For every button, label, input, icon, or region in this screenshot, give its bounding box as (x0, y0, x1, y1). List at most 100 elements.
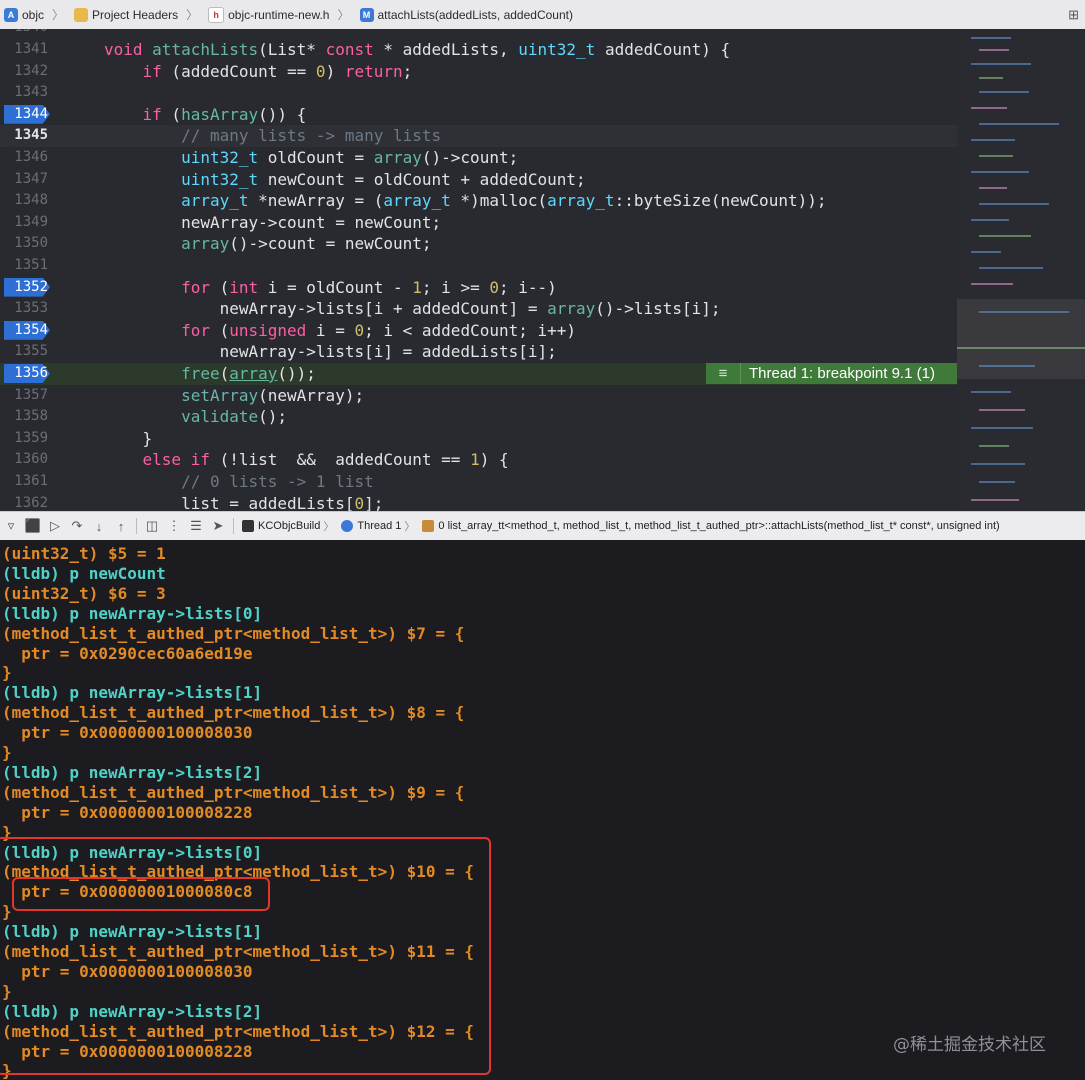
memory-graph-icon[interactable]: ⋮ (163, 518, 185, 534)
code-line: 1351 (0, 255, 957, 277)
view-debugger-icon[interactable]: ◫ (141, 518, 163, 534)
console-line: (method_list_t_authed_ptr<method_list_t>… (2, 623, 465, 643)
line-number: 1340 (0, 29, 48, 39)
console-line: (uint32_t) $6 = 3 (2, 583, 166, 603)
minimap-line (979, 155, 1013, 157)
code-text: uint32_t oldCount = array()->count; (181, 148, 519, 167)
minimap-line (957, 347, 1085, 349)
line-number: 1361 (14, 473, 48, 489)
console-line: ptr = 0x0290cec60a6ed19e (2, 643, 253, 663)
line-number: 1343 (14, 84, 48, 101)
folder-icon (74, 7, 89, 22)
step-into-icon[interactable]: ↓ (88, 519, 110, 534)
add-editor-icon[interactable]: ⊞ (1068, 7, 1079, 23)
minimap-line (979, 365, 1035, 367)
line-number: 1357 (14, 386, 48, 403)
divider (136, 518, 137, 534)
minimap-line (971, 499, 1019, 501)
breadcrumb-label: attachLists(addedLists, addedCount) (377, 7, 573, 22)
minimap-line (979, 267, 1043, 269)
frame-crumb[interactable]: 0 list_array_tt<method_t, method_list_t,… (422, 520, 1000, 532)
minimap-line (971, 251, 1001, 253)
code-text: else if (!list && addedCount == 1) { (142, 450, 509, 470)
code-comment: // 0 lists -> 1 list (104, 472, 374, 491)
line-number: 1348 (14, 192, 48, 209)
minimap-line (971, 219, 1009, 221)
minimap-line (979, 91, 1029, 93)
method-icon: M (359, 7, 374, 22)
step-over-icon[interactable]: ↷ (66, 518, 88, 534)
environment-overrides-icon[interactable]: ☰ (185, 518, 207, 534)
breadcrumb-objc[interactable]: A objc 〉 (0, 6, 70, 23)
console-prompt: (lldb) p newArray->lists[1] (2, 683, 263, 703)
thread-icon (341, 520, 354, 532)
code-line: 1354 for (unsigned i = 0; i < addedCount… (0, 320, 957, 342)
thread-label: Thread 1 (357, 520, 402, 532)
breakpoints-toggle-icon[interactable]: ⬛ (22, 518, 44, 534)
code-line: 1343 (0, 82, 957, 104)
minimap[interactable] (957, 29, 1085, 511)
chevron-right-icon: 〉 (323, 521, 335, 533)
step-out-icon[interactable]: ↑ (110, 519, 132, 534)
minimap-line (979, 311, 1069, 313)
code-text: if (addedCount == 0) return; (142, 61, 413, 81)
hide-debug-area-icon[interactable]: ▿ (0, 518, 22, 534)
console-line: ptr = 0x0000000100008228 (2, 802, 253, 822)
minimap-line (971, 171, 1029, 173)
minimap-line (971, 37, 1011, 39)
console-line: (method_list_t_authed_ptr<method_list_t>… (2, 782, 465, 802)
frame-icon (422, 520, 435, 532)
code-line: 1344 if (hasArray()) { (0, 104, 957, 126)
minimap-line (979, 481, 1015, 483)
breadcrumb-method[interactable]: M attachLists(addedLists, addedCount) (356, 7, 573, 22)
annotation-text: Thread 1: breakpoint 9.1 (1) (749, 365, 935, 382)
highlight-box-ptr (12, 877, 270, 911)
code-text: free(array()); (181, 364, 316, 383)
divider (233, 518, 234, 534)
breakpoint-annotation[interactable]: ≡ Thread 1: breakpoint 9.1 (1) (706, 363, 957, 384)
line-number: 1342 (14, 62, 48, 79)
minimap-line (979, 49, 1009, 51)
code-text: for (unsigned i = 0; i < addedCount; i++… (181, 320, 577, 340)
target-crumb[interactable]: KCObjcBuild (242, 520, 320, 532)
line-number: 1345 (14, 127, 48, 144)
line-number: 1353 (14, 300, 48, 317)
minimap-line (971, 463, 1025, 465)
line-number: 1360 (14, 451, 48, 468)
minimap-line (979, 235, 1031, 237)
breadcrumb-header-file[interactable]: h objc-runtime-new.h 〉 (204, 6, 355, 23)
code-line: 1357 setArray(newArray); (0, 385, 957, 407)
breadcrumb-project-headers[interactable]: Project Headers 〉 (70, 6, 204, 23)
breadcrumb-label: objc-runtime-new.h (228, 7, 330, 22)
line-number: 1356 (14, 365, 48, 381)
code-line: 1358 validate(); (0, 406, 957, 428)
chevron-right-icon: 〉 (52, 8, 65, 22)
line-number: 1347 (14, 170, 48, 187)
code-text: newArray->count = newCount; (104, 212, 442, 232)
minimap-line (971, 139, 1015, 141)
code-line: 1350 array()->count = newCount; (0, 233, 957, 255)
line-number: 1352 (14, 278, 48, 295)
code-line: 1349 newArray->count = newCount; (0, 212, 957, 234)
minimap-line (979, 203, 1049, 205)
terminal-icon (242, 520, 254, 532)
minimap-line (971, 391, 1011, 393)
code-text: void attachLists(List* const * addedList… (104, 40, 731, 59)
code-line: 1362 list = addedLists[0]; (0, 493, 957, 511)
thread-crumb[interactable]: Thread 1 (341, 520, 401, 532)
lldb-console[interactable]: (uint32_t) $5 = 1 (lldb) p newCount (uin… (0, 540, 1085, 1080)
location-icon[interactable]: ➤ (207, 518, 229, 534)
code-text: newArray->lists[i] = addedLists[i]; (104, 342, 557, 362)
highlight-box (0, 837, 491, 1075)
breadcrumb-label: Project Headers (92, 7, 179, 22)
code-line: 1353 newArray->lists[i + addedCount] = a… (0, 298, 957, 320)
console-line: } (2, 743, 12, 762)
code-text: uint32_t newCount = oldCount + addedCoun… (181, 169, 586, 189)
line-number: 1358 (14, 408, 48, 425)
code-line: 1360 else if (!list && addedCount == 1) … (0, 449, 957, 471)
console-line: ptr = 0x0000000100008030 (2, 723, 253, 743)
line-number: 1341 (14, 41, 48, 57)
debug-bar: ▿ ⬛ ▷ ↷ ↓ ↑ ◫ ⋮ ☰ ➤ KCObjcBuild 〉 Thread… (0, 511, 1085, 541)
source-editor[interactable]: 1340 1341 void attachLists(List* const *… (0, 29, 957, 511)
continue-icon[interactable]: ▷ (44, 518, 66, 534)
